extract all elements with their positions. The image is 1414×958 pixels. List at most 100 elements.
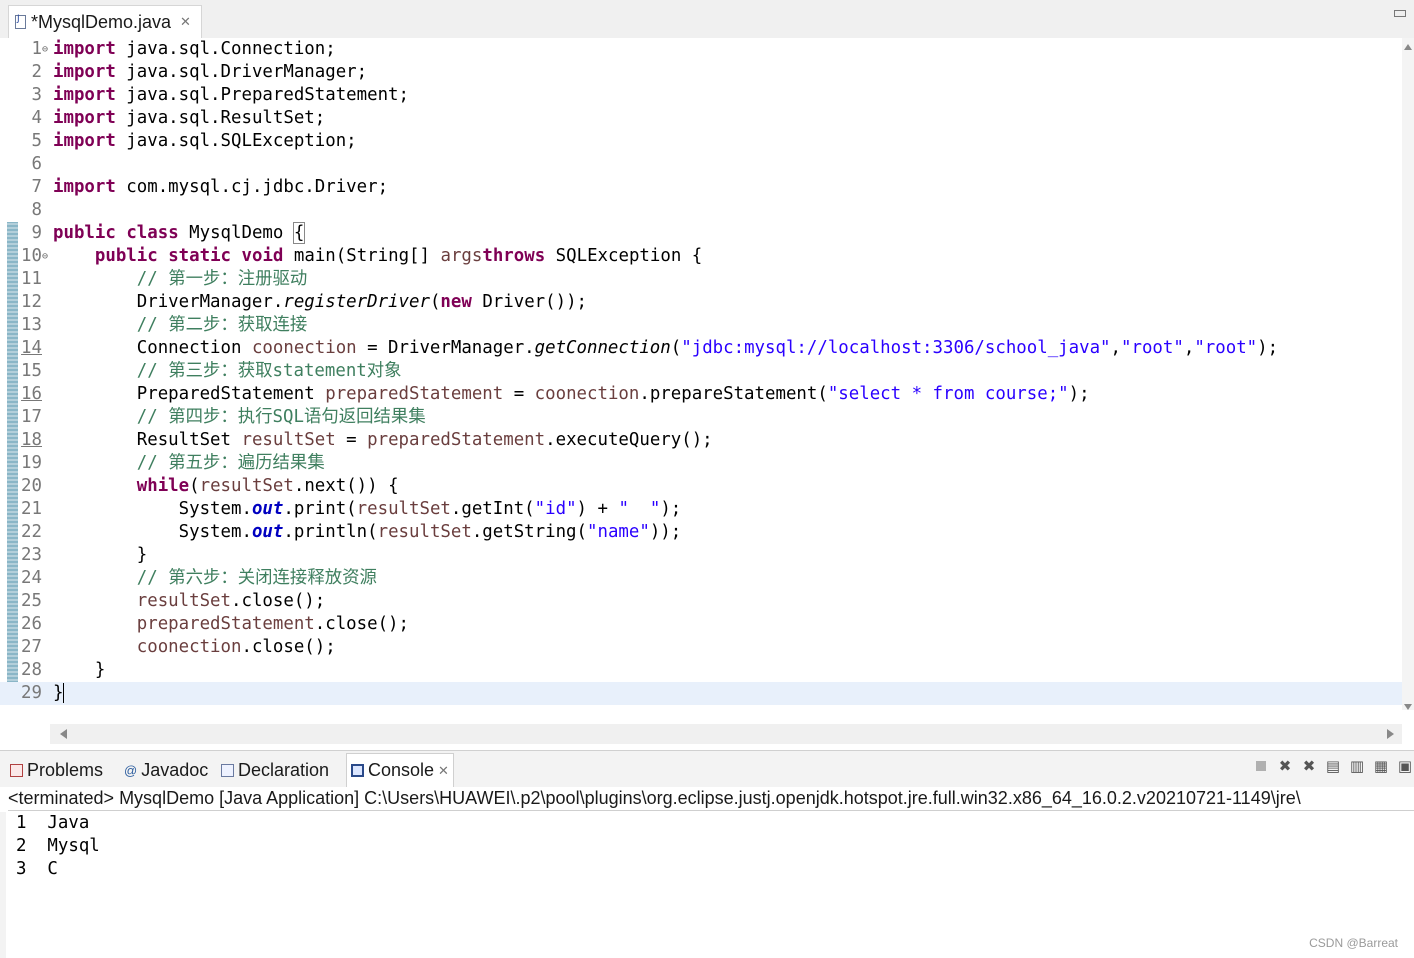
- scroll-lock-icon[interactable]: ▥: [1348, 757, 1366, 775]
- editor-tab-bar: *MysqlDemo.java ✕: [0, 0, 1414, 39]
- code-token: java.sql.SQLException;: [115, 131, 357, 151]
- clear-console-icon[interactable]: ▤: [1324, 757, 1342, 775]
- close-icon[interactable]: ✕: [438, 763, 449, 779]
- line-number: 5: [31, 131, 42, 151]
- code-line[interactable]: 20 while(resultSet.next()) {: [0, 475, 1402, 498]
- tab-problems[interactable]: Problems: [10, 753, 103, 787]
- code-token: "id": [534, 499, 577, 519]
- vertical-scrollbar[interactable]: [1402, 38, 1414, 710]
- code-line[interactable]: 17 // 第四步：执行SQL语句返回结果集: [0, 406, 1402, 429]
- code-line[interactable]: 10 ⊖ public static void main(String[] arg…: [0, 245, 1402, 268]
- code-line[interactable]: 14 Connection coonection = DriverManager…: [0, 337, 1402, 360]
- word-wrap-icon[interactable]: ▦: [1372, 757, 1390, 775]
- code-text: System.out.println(resultSet.getString("…: [53, 521, 682, 544]
- code-token: preparedStatement: [367, 430, 546, 450]
- scroll-down-icon[interactable]: [1404, 704, 1412, 710]
- code-token: registerDriver: [283, 292, 430, 312]
- code-line[interactable]: 25 resultSet.close();: [0, 590, 1402, 613]
- code-line[interactable]: 19 // 第五步：遍历结果集: [0, 452, 1402, 475]
- code-line[interactable]: 8: [0, 199, 1402, 222]
- code-token: //: [136, 407, 169, 427]
- pin-console-icon[interactable]: ▣: [1396, 757, 1414, 775]
- code-token: .print(: [283, 499, 357, 519]
- tab-console[interactable]: Console ✕: [346, 753, 454, 787]
- code-line[interactable]: 23 }: [0, 544, 1402, 567]
- code-line[interactable]: 5 import java.sql.SQLException;: [0, 130, 1402, 153]
- code-line[interactable]: 1 ⊖ import java.sql.Connection;: [0, 38, 1402, 61]
- code-token: "name": [587, 522, 650, 542]
- code-line[interactable]: 16 PreparedStatement preparedStatement =…: [0, 383, 1402, 406]
- panel-tab-bar: Problems @ Javadoc Declaration Console ✕…: [0, 750, 1414, 787]
- code-token: );: [1068, 384, 1090, 404]
- code-text: public static void main(String[] argsthr…: [53, 245, 702, 268]
- code-line[interactable]: 28 }: [0, 659, 1402, 682]
- code-line[interactable]: 26 preparedStatement.close();: [0, 613, 1402, 636]
- console-output[interactable]: 1 Java 2 Mysql 3 C: [0, 812, 1414, 958]
- line-number: 10: [21, 246, 42, 266]
- editor-tab-mysqldemo[interactable]: *MysqlDemo.java ✕: [8, 5, 202, 38]
- code-token: import: [53, 85, 116, 105]
- console-output-line: 3 C: [16, 859, 58, 879]
- line-number: 21: [21, 499, 42, 519]
- remove-all-terminated-icon[interactable]: ✖: [1300, 757, 1318, 775]
- code-line[interactable]: 27 coonection.close();: [0, 636, 1402, 659]
- code-line[interactable]: 7 import com.mysql.cj.jdbc.Driver;: [0, 176, 1402, 199]
- code-text: // 第三步：获取statement对象: [53, 360, 402, 383]
- code-text: // 第四步：执行SQL语句返回结果集: [53, 406, 426, 429]
- code-editor[interactable]: 1 ⊖ import java.sql.Connection; 2 import jav…: [0, 38, 1414, 744]
- declaration-icon: [221, 763, 234, 777]
- code-line[interactable]: 11 // 第一步：注册驱动: [0, 268, 1402, 291]
- code-token: preparedStatement: [325, 384, 504, 404]
- scroll-left-icon[interactable]: [60, 729, 67, 739]
- close-icon[interactable]: ✕: [180, 15, 191, 30]
- terminate-icon[interactable]: [1252, 757, 1270, 775]
- code-token: 对象: [366, 361, 402, 381]
- remove-launch-icon[interactable]: ✖: [1276, 757, 1294, 775]
- code-token: .executeQuery();: [545, 430, 713, 450]
- code-token: = DriverManager.: [356, 338, 535, 358]
- code-text: Connection coonection = DriverManager.ge…: [53, 337, 1278, 360]
- code-line[interactable]: 29}: [0, 682, 1402, 705]
- code-line[interactable]: 15 // 第三步：获取statement对象: [0, 360, 1402, 383]
- code-line[interactable]: 12 DriverManager.registerDriver(new Driv…: [0, 291, 1402, 314]
- code-line[interactable]: 13 // 第二步：获取连接: [0, 314, 1402, 337]
- code-line[interactable]: 9 public class MysqlDemo {: [0, 222, 1402, 245]
- code-token: public: [53, 223, 116, 243]
- line-number: 17: [21, 407, 42, 427]
- line-number: 16: [21, 384, 42, 404]
- code-text: // 第一步：注册驱动: [53, 268, 308, 291]
- tab-javadoc-label: Javadoc: [141, 759, 209, 780]
- code-line[interactable]: 24 // 第六步：关闭连接释放资源: [0, 567, 1402, 590]
- code-line[interactable]: 22 System.out.println(resultSet.getStrin…: [0, 521, 1402, 544]
- scroll-up-icon[interactable]: [1404, 44, 1412, 50]
- minimize-icon[interactable]: [1394, 10, 1406, 17]
- scroll-right-icon[interactable]: [1387, 729, 1394, 739]
- code-line[interactable]: 6: [0, 153, 1402, 176]
- code-token: coonection: [136, 637, 242, 657]
- code-line[interactable]: 21 System.out.print(resultSet.getInt("id…: [0, 498, 1402, 521]
- code-line[interactable]: 4 import java.sql.ResultSet;: [0, 107, 1402, 130]
- code-token: args: [440, 246, 483, 266]
- code-line[interactable]: 18 ResultSet resultSet = preparedStateme…: [0, 429, 1402, 452]
- line-number: 27: [21, 637, 42, 657]
- code-line[interactable]: 2 import java.sql.DriverManager;: [0, 61, 1402, 84]
- text-caret: [63, 683, 65, 703]
- line-number: 8: [31, 200, 42, 220]
- tab-declaration[interactable]: Declaration: [221, 753, 329, 787]
- code-token: MysqlDemo: [178, 223, 294, 243]
- code-token: import: [53, 177, 116, 197]
- horizontal-scrollbar[interactable]: [50, 724, 1402, 744]
- code-line[interactable]: 3 import java.sql.PreparedStatement;: [0, 84, 1402, 107]
- code-text: public class MysqlDemo {: [53, 222, 306, 245]
- code-text: while(resultSet.next()) {: [53, 475, 399, 498]
- console-toolbar: ✖ ✖ ▤ ▥ ▦ ▣: [1252, 757, 1414, 775]
- tab-javadoc[interactable]: @ Javadoc: [124, 753, 208, 787]
- fold-toggle-icon[interactable]: ⊖: [42, 245, 48, 268]
- fold-toggle-icon[interactable]: ⊖: [42, 38, 48, 61]
